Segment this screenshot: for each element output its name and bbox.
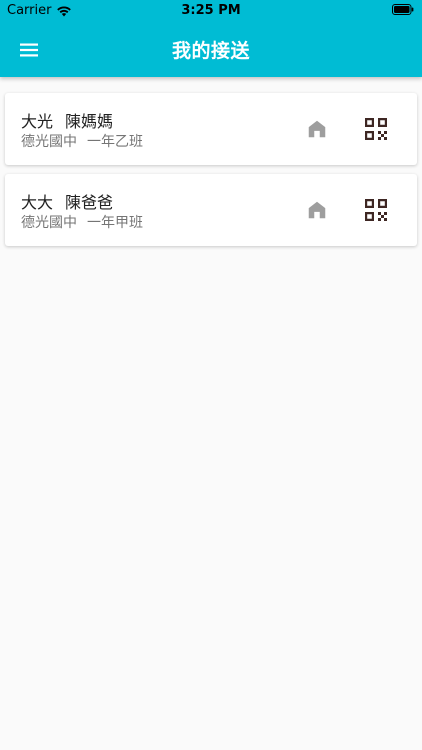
home-button[interactable]	[298, 191, 336, 229]
guardian-name: 陳爸爸	[65, 193, 114, 212]
qr-code-icon	[365, 118, 387, 140]
page-title: 我的接送	[171, 40, 250, 62]
battery-icon	[392, 4, 414, 15]
class-name: 一年乙班	[87, 134, 143, 150]
school-name: 德光國中	[21, 215, 77, 231]
top-bar: Carrier 3:25 PM 我的接送	[0, 0, 422, 77]
app-bar: 我的接送	[0, 22, 422, 77]
pickup-names: 大光 陳媽媽	[21, 108, 113, 132]
child-name: 大大	[21, 193, 54, 212]
status-bar: Carrier 3:25 PM	[0, 0, 422, 22]
pickup-names: 大大 陳爸爸	[21, 189, 113, 213]
home-button[interactable]	[298, 110, 336, 148]
school-name: 德光國中	[21, 134, 77, 150]
pickup-list: 大光 陳媽媽 德光國中 一年乙班 大大 陳爸爸 德光國中 一年甲班	[0, 77, 422, 750]
guardian-name: 陳媽媽	[65, 112, 114, 131]
qr-code-button[interactable]	[357, 110, 395, 148]
home-icon	[308, 120, 326, 138]
class-name: 一年甲班	[87, 215, 143, 231]
qr-code-button[interactable]	[357, 191, 395, 229]
school-info: 德光國中 一年乙班	[21, 131, 143, 151]
qr-code-icon	[365, 199, 387, 221]
pickup-card[interactable]: 大大 陳爸爸 德光國中 一年甲班	[5, 174, 417, 246]
child-name: 大光	[21, 112, 54, 131]
home-icon	[308, 201, 326, 219]
school-info: 德光國中 一年甲班	[21, 212, 143, 232]
clock: 3:25 PM	[181, 3, 241, 18]
pickup-card[interactable]: 大光 陳媽媽 德光國中 一年乙班	[5, 93, 417, 165]
